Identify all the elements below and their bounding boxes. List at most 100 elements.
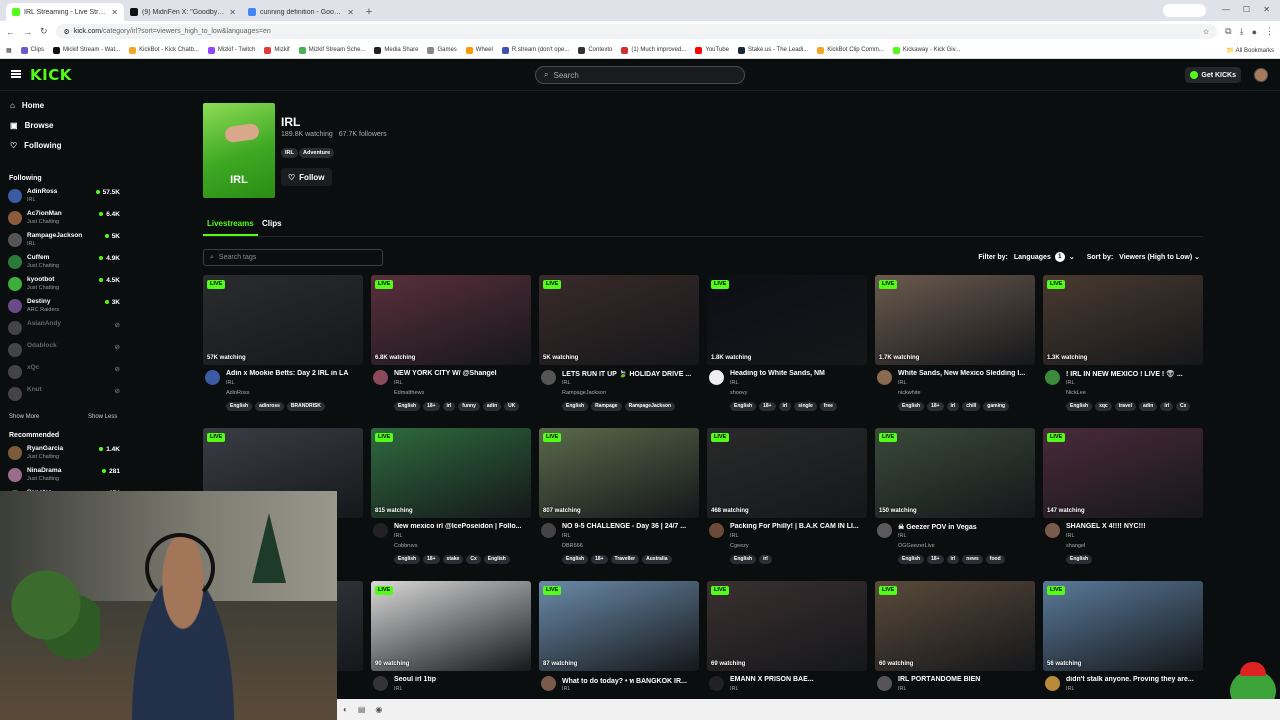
stream-tag[interactable]: English — [730, 402, 757, 411]
stream-tag[interactable]: English — [394, 555, 421, 564]
stream-thumbnail[interactable]: LIVE 1.8K watching — [707, 275, 867, 365]
stream-category[interactable]: IRL — [562, 380, 571, 386]
stream-tag[interactable]: Rampage — [591, 402, 622, 411]
stream-thumbnail[interactable]: LIVE 1.3K watching — [1043, 275, 1203, 365]
stream-title[interactable]: ☠ Geezer POV in Vegas — [898, 523, 1034, 531]
stream-tag[interactable]: English — [898, 402, 925, 411]
stream-tag[interactable]: 18+ — [423, 402, 440, 411]
stream-tag[interactable]: food — [985, 555, 1005, 564]
stream-thumbnail[interactable]: LIVE 1.7K watching — [875, 275, 1035, 365]
stream-card[interactable]: LIVE 468 watching Packing For Philly! | B.… — [707, 428, 867, 572]
sidebar-item-ninadrama[interactable]: NinaDrama Just Chatting 281 — [8, 466, 120, 487]
category-tag[interactable]: Adventure — [299, 148, 335, 158]
streamer-avatar[interactable] — [373, 523, 388, 538]
streamer-avatar[interactable] — [541, 523, 556, 538]
stream-thumbnail[interactable]: LIVE 147 watching — [1043, 428, 1203, 518]
streamer-name[interactable]: nickwhite — [898, 390, 921, 396]
stream-tag[interactable]: irl — [1160, 402, 1174, 411]
stream-category[interactable]: IRL — [1066, 686, 1075, 692]
streamer-name[interactable]: NickLee — [1066, 390, 1086, 396]
stream-tag[interactable]: BRANDRISK — [286, 402, 325, 411]
stream-tag[interactable]: irl — [778, 402, 792, 411]
files-icon[interactable]: ▤ — [358, 705, 366, 714]
stream-title[interactable]: SHANGEL X 4!!!! NYC!!! — [1066, 523, 1202, 530]
browser-tab[interactable]: (9) MidriFen X: "Goodbye Twitch" ✕ — [124, 3, 242, 21]
steam-icon[interactable]: ◉ — [375, 705, 382, 714]
show-less-button[interactable]: Show Less — [88, 414, 117, 420]
stream-card[interactable]: LIVE 1.7K watching White Sands, New Mexico… — [875, 275, 1035, 419]
follow-button[interactable]: ♡ Follow — [281, 168, 332, 186]
stream-category[interactable]: IRL — [898, 686, 907, 692]
stream-tag[interactable]: news — [962, 555, 983, 564]
stream-thumbnail[interactable]: LIVE 6.8K watching — [371, 275, 531, 365]
extensions-icon[interactable]: ⧉ — [1225, 26, 1231, 37]
stream-title[interactable]: EMANN X PRISON BAE... — [730, 676, 866, 683]
show-more-button[interactable]: Show More — [9, 414, 39, 420]
bookmark-item[interactable]: Media Share — [374, 46, 418, 54]
stream-title[interactable]: New mexico irl @IcePoseidon | Follo... — [394, 523, 530, 530]
streamer-avatar[interactable] — [1045, 676, 1060, 691]
sort-dropdown[interactable]: Viewers (High to Low) ⌄ — [1119, 253, 1200, 261]
bookmark-item[interactable]: R.stream (don't ope... — [501, 46, 569, 54]
stream-card[interactable]: LIVE 815 watching New mexico irl @IcePosei… — [371, 428, 531, 572]
stream-title[interactable]: Packing For Philly! | B.A.K CAM IN LI... — [730, 523, 866, 530]
bookmark-item[interactable]: Mickif Stream - Wat... — [53, 46, 120, 54]
stream-tag[interactable]: irl — [442, 402, 456, 411]
stream-thumbnail[interactable]: LIVE 90 watching — [371, 581, 531, 671]
tab-clips[interactable]: Clips — [262, 219, 282, 228]
stream-thumbnail[interactable]: LIVE 69 watching — [707, 581, 867, 671]
stream-tag[interactable]: English — [562, 555, 589, 564]
streamer-name[interactable]: DBR666 — [562, 543, 583, 549]
languages-dropdown[interactable]: Languages 1 ⌄ — [1014, 252, 1075, 262]
menu-kebab-icon[interactable]: ⋮ — [1265, 26, 1274, 37]
stream-tag[interactable]: irl — [759, 555, 772, 564]
streamer-avatar[interactable] — [877, 370, 892, 385]
bookmark-item[interactable]: Mizkif — [264, 46, 290, 54]
stream-category[interactable]: IRL — [394, 686, 403, 692]
browser-tab[interactable]: cunning definition - Google Search✕ — [242, 3, 360, 21]
user-avatar[interactable] — [1254, 68, 1268, 82]
stream-title[interactable]: IRL PORTÁNDOME BIEN — [898, 676, 1034, 683]
close-tab-icon[interactable]: ✕ — [347, 8, 354, 17]
reload-icon[interactable]: ↻ — [40, 26, 48, 37]
stream-card[interactable]: LIVE 150 watching ☠ Geezer POV in Vegas IRL… — [875, 428, 1035, 572]
stream-tag[interactable]: English — [562, 402, 589, 411]
stream-thumbnail[interactable]: LIVE 468 watching — [707, 428, 867, 518]
stream-title[interactable]: What to do today? • ท BANGKOK IR... — [562, 676, 698, 687]
stream-thumbnail[interactable]: LIVE 87 watching — [539, 581, 699, 671]
stream-tag[interactable]: stake — [442, 555, 464, 564]
stream-tag[interactable]: irl — [946, 555, 960, 564]
bookmark-item[interactable]: Clips — [20, 46, 44, 54]
sidebar-item-ac7ionman[interactable]: Ac7ionMan Just Chatting 6.4K — [8, 209, 120, 230]
bookmark-item[interactable]: Mizkif - Twitch — [207, 46, 255, 54]
streamer-avatar[interactable] — [373, 370, 388, 385]
sidebar-item-knut[interactable]: Knut ⊘ — [8, 385, 120, 406]
sidebar-item-cuffem[interactable]: Cuffem Just Chatting 4.9K — [8, 253, 120, 274]
stream-category[interactable]: IRL — [394, 533, 403, 539]
streamer-avatar[interactable] — [373, 676, 388, 691]
stream-thumbnail[interactable]: LIVE 57K watching — [203, 275, 363, 365]
bookmark-item[interactable]: Mizkif Stream Sche... — [298, 46, 365, 54]
address-bar[interactable]: ⚙ kick.com/category/irl?sort=viewers_hig… — [55, 24, 1218, 39]
stream-tag[interactable]: xqc — [1095, 402, 1112, 411]
close-tab-icon[interactable]: ✕ — [111, 8, 118, 17]
stream-tag[interactable]: adinross — [255, 402, 284, 411]
stream-tag[interactable]: single — [794, 402, 817, 411]
stream-title[interactable]: Adin x Mookie Betts: Day 2 IRL in LA — [226, 370, 362, 377]
streamer-avatar[interactable] — [541, 676, 556, 691]
stream-card[interactable]: LIVE 807 watching NO 9-5 CHALLENGE - Day 3… — [539, 428, 699, 572]
sidebar-nav-browse[interactable]: ▣ Browse — [10, 121, 53, 130]
bookmark-item[interactable]: Kickaway - Kick Giv... — [892, 46, 960, 54]
edge-icon[interactable]: ◐ — [343, 705, 348, 714]
maximize-icon[interactable]: ☐ — [1243, 5, 1250, 14]
streamer-name[interactable]: shoovy — [730, 390, 747, 396]
stream-tag[interactable]: 18+ — [423, 555, 440, 564]
stream-tag[interactable]: 18+ — [759, 402, 776, 411]
stream-tag[interactable]: Traveller — [610, 555, 640, 564]
stream-card[interactable]: LIVE 5K watching LETS RUN IT UP 🍃 HOLIDAY … — [539, 275, 699, 419]
stream-category[interactable]: IRL — [1066, 533, 1075, 539]
bookmark-item[interactable]: (1) Much improved... — [621, 46, 686, 54]
stream-category[interactable]: IRL — [730, 533, 739, 539]
sidebar-item-asianandy[interactable]: AsianAndy ⊘ — [8, 319, 120, 340]
bookmark-item[interactable]: Contexto — [578, 46, 612, 54]
